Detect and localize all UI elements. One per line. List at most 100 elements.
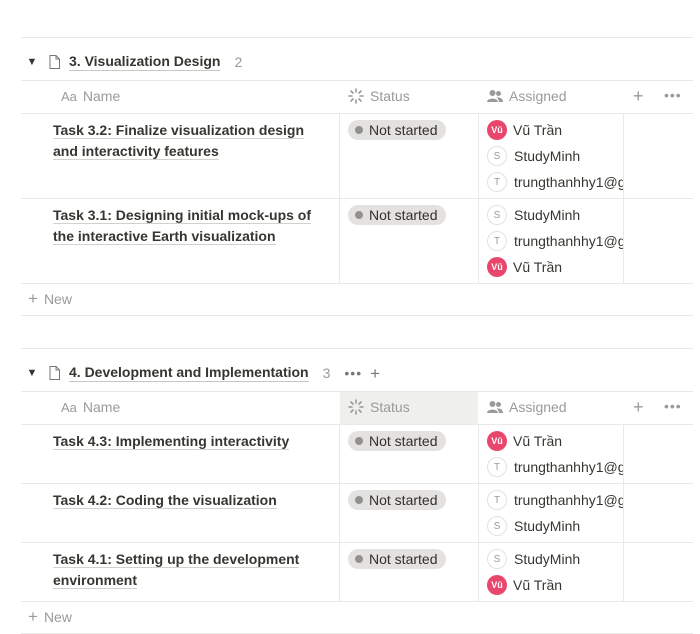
more-dots-icon[interactable]: ••• [664, 87, 682, 103]
avatar: S [487, 549, 507, 569]
divider [21, 113, 693, 114]
task-title[interactable]: Task 4.2: Coding the visualization [53, 490, 323, 511]
assignee[interactable]: Vũ Vũ Trần [487, 120, 623, 140]
avatar: Vũ [487, 120, 507, 140]
people-icon [487, 89, 503, 103]
divider [21, 348, 693, 349]
group-header-development-implementation[interactable]: ▼ 4. Development and Implementation 3 ••… [21, 360, 380, 386]
assignee[interactable]: T trungthanhhy1@g [487, 231, 623, 251]
assignee[interactable]: T trungthanhhy1@g [487, 490, 623, 510]
column-label: Assigned [509, 399, 567, 415]
assignee[interactable]: S StudyMinh [487, 205, 623, 225]
column-label: Name [82, 88, 121, 104]
assignee-name: StudyMinh [514, 518, 581, 534]
avatar: T [487, 172, 507, 192]
text-type-icon: Aa [61, 399, 77, 415]
column-header-assigned[interactable]: Assigned [487, 391, 567, 423]
avatar: Vũ [487, 575, 507, 595]
group-count: 2 [234, 54, 243, 70]
status-dot [355, 437, 363, 445]
new-row-button[interactable]: + New [28, 608, 72, 625]
new-row-button[interactable]: + New [28, 290, 72, 307]
column-label: Status [370, 399, 410, 415]
column-header-status[interactable]: Status [348, 80, 410, 112]
assignee[interactable]: S StudyMinh [487, 146, 623, 166]
loading-spinner-icon [348, 399, 364, 415]
triangle-down-icon[interactable]: ▼ [25, 56, 39, 68]
divider [21, 542, 693, 543]
assignee[interactable]: T trungthanhhy1@g [487, 457, 623, 477]
page-icon [49, 366, 60, 380]
status-badge[interactable]: Not started [348, 205, 447, 225]
page-icon [49, 55, 60, 69]
group-count: 3 [322, 365, 331, 381]
avatar: Vũ [487, 257, 507, 277]
add-property-button[interactable]: + [633, 398, 644, 416]
assignee[interactable]: T trungthanhhy1@g [487, 172, 623, 192]
assignee-name: trungthanhhy1@g [514, 174, 623, 190]
divider [339, 424, 340, 601]
status-badge[interactable]: Not started [348, 549, 447, 569]
plus-icon: + [28, 607, 38, 626]
status-dot [355, 211, 363, 219]
plus-icon: + [28, 289, 38, 308]
divider [21, 601, 693, 602]
divider [21, 424, 693, 425]
status-badge[interactable]: Not started [348, 431, 447, 451]
task-title[interactable]: Task 4.1: Setting up the development env… [53, 549, 323, 591]
column-header-name[interactable]: Aa Name [61, 391, 120, 423]
task-title[interactable]: Task 4.3: Implementing interactivity [53, 431, 323, 452]
assignee[interactable]: S StudyMinh [487, 549, 623, 569]
avatar: T [487, 490, 507, 510]
more-dots-icon[interactable]: ••• [664, 398, 682, 414]
divider [21, 37, 693, 38]
assignee[interactable]: Vũ Vũ Trần [487, 575, 623, 595]
divider [21, 315, 693, 316]
assignee-name: Vũ Trần [513, 259, 563, 275]
text-type-icon: Aa [61, 88, 77, 104]
column-label: Assigned [509, 88, 567, 104]
assignee[interactable]: Vũ Vũ Trần [487, 431, 623, 451]
column-header-name[interactable]: Aa Name [61, 80, 120, 112]
divider [623, 424, 624, 601]
group-title[interactable]: 4. Development and Implementation [69, 364, 309, 382]
status-dot [355, 496, 363, 504]
assignee-name: trungthanhhy1@g [514, 233, 623, 249]
assignee-name: StudyMinh [514, 551, 581, 567]
assignee-name: StudyMinh [514, 207, 581, 223]
divider [478, 424, 479, 601]
divider [21, 283, 693, 284]
column-label: Status [370, 88, 410, 104]
task-title[interactable]: Task 3.2: Finalize visualization design … [53, 120, 323, 162]
assignee-name: trungthanhhy1@g [514, 492, 623, 508]
assignee-name: Vũ Trần [513, 122, 563, 138]
assignee-name: trungthanhhy1@g [514, 459, 623, 475]
column-header-status[interactable]: Status [348, 391, 410, 423]
avatar: Vũ [487, 431, 507, 451]
triangle-down-icon[interactable]: ▼ [25, 367, 39, 379]
divider [21, 198, 693, 199]
loading-spinner-icon [348, 88, 364, 104]
add-property-button[interactable]: + [633, 87, 644, 105]
status-badge[interactable]: Not started [348, 120, 447, 140]
avatar: S [487, 205, 507, 225]
column-header-assigned[interactable]: Assigned [487, 80, 567, 112]
status-dot [355, 126, 363, 134]
assignee[interactable]: Vũ Vũ Trần [487, 257, 623, 277]
assignee[interactable]: S StudyMinh [487, 516, 623, 536]
people-icon [487, 400, 503, 414]
task-title[interactable]: Task 3.1: Designing initial mock-ups of … [53, 205, 323, 247]
status-badge[interactable]: Not started [348, 490, 447, 510]
avatar: S [487, 146, 507, 166]
assignee-name: Vũ Trần [513, 433, 563, 449]
group-header-visualization-design[interactable]: ▼ 3. Visualization Design 2 [21, 49, 242, 75]
avatar: S [487, 516, 507, 536]
assignee-name: Vũ Trần [513, 577, 563, 593]
avatar: T [487, 457, 507, 477]
plus-icon[interactable]: + [370, 365, 380, 382]
avatar: T [487, 231, 507, 251]
more-dots-icon[interactable]: ••• [344, 365, 362, 381]
group-title[interactable]: 3. Visualization Design [69, 53, 221, 71]
assignee-name: StudyMinh [514, 148, 581, 164]
divider [21, 483, 693, 484]
